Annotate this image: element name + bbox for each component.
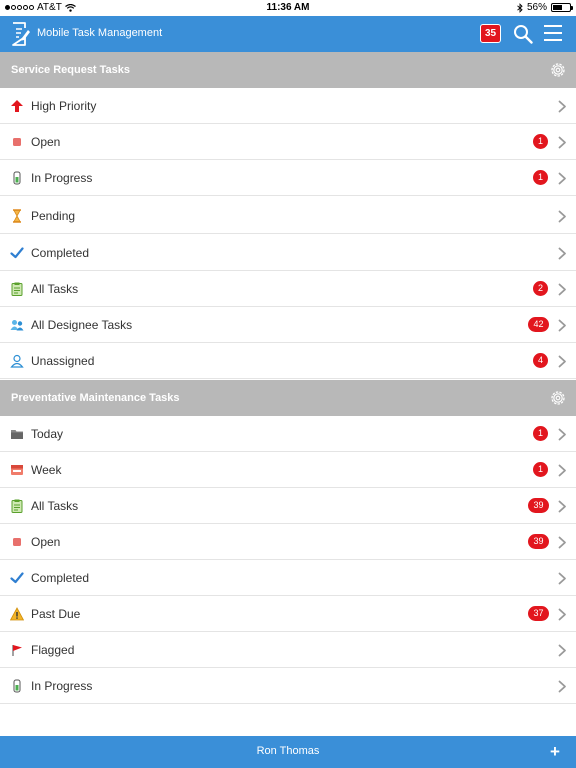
count-badge: 1 bbox=[533, 170, 548, 185]
chevron-right-icon bbox=[558, 680, 566, 693]
list-item-label: Open bbox=[31, 135, 61, 149]
checkmark-icon bbox=[10, 246, 24, 260]
count-badge: 1 bbox=[533, 462, 548, 477]
count-badge: 39 bbox=[528, 534, 549, 549]
list-item-week[interactable]: Week 1 bbox=[0, 452, 576, 488]
checkmark-icon bbox=[10, 571, 24, 585]
battery-progress-icon bbox=[10, 679, 24, 693]
list-item-label: Past Due bbox=[31, 607, 81, 621]
gear-icon[interactable] bbox=[549, 389, 567, 407]
list-item-in-progress[interactable]: In Progress 1 bbox=[0, 160, 576, 196]
section-title: Preventative Maintenance Tasks bbox=[11, 392, 180, 404]
battery-icon bbox=[551, 3, 573, 12]
app-header: Mobile Task Management 35 bbox=[0, 16, 576, 52]
chevron-right-icon bbox=[558, 500, 566, 513]
up-arrow-icon bbox=[10, 99, 24, 113]
chevron-right-icon bbox=[558, 210, 566, 223]
list-item-label: Today bbox=[31, 427, 64, 441]
count-badge: 1 bbox=[533, 426, 548, 441]
gear-icon[interactable] bbox=[549, 61, 567, 79]
chevron-right-icon bbox=[558, 536, 566, 549]
list-item-label: In Progress bbox=[31, 171, 93, 185]
battery-progress-icon bbox=[10, 171, 24, 185]
chevron-right-icon bbox=[558, 283, 566, 296]
week-calendar-icon bbox=[10, 463, 24, 477]
search-icon[interactable] bbox=[513, 24, 533, 44]
add-icon[interactable]: + bbox=[550, 743, 560, 760]
list-item-label: In Progress bbox=[31, 679, 93, 693]
hourglass-icon bbox=[10, 209, 24, 223]
warning-triangle-icon bbox=[9, 607, 25, 621]
list-item-label: Flagged bbox=[31, 643, 75, 657]
list-item-open[interactable]: Open 39 bbox=[0, 524, 576, 560]
chevron-right-icon bbox=[558, 319, 566, 332]
flag-icon bbox=[10, 643, 24, 657]
list-item-today[interactable]: Today 1 bbox=[0, 416, 576, 452]
chevron-right-icon bbox=[558, 428, 566, 441]
list-item-flagged[interactable]: Flagged bbox=[0, 632, 576, 668]
list-item-unassigned[interactable]: Unassigned 4 bbox=[0, 343, 576, 379]
list-item-completed[interactable]: Completed bbox=[0, 560, 576, 596]
status-time: 11:36 AM bbox=[266, 2, 310, 13]
list-item-label: Completed bbox=[31, 571, 90, 585]
list-item-past-due[interactable]: Past Due 37 bbox=[0, 596, 576, 632]
chevron-right-icon bbox=[558, 644, 566, 657]
status-bar: AT&T 11:36 AM 56% bbox=[0, 0, 576, 16]
user-outline-icon bbox=[10, 354, 24, 368]
clipboard-icon bbox=[10, 499, 24, 513]
list-item-label: Open bbox=[31, 535, 61, 549]
user-name[interactable]: Ron Thomas bbox=[0, 745, 576, 757]
chevron-right-icon bbox=[558, 136, 566, 149]
list-item-label: High Priority bbox=[31, 99, 97, 113]
list-item-label: All Designee Tasks bbox=[31, 318, 133, 332]
bluetooth-icon bbox=[517, 2, 523, 13]
count-badge: 42 bbox=[528, 317, 549, 332]
count-badge: 4 bbox=[533, 353, 548, 368]
status-right-group: 56% bbox=[517, 2, 573, 13]
folder-icon bbox=[10, 427, 24, 441]
list-item-label: All Tasks bbox=[31, 282, 79, 296]
list-item-all-designee-tasks[interactable]: All Designee Tasks 42 bbox=[0, 307, 576, 343]
list-item-label: Completed bbox=[31, 246, 90, 260]
chevron-right-icon bbox=[558, 100, 566, 113]
open-square-icon bbox=[10, 535, 24, 549]
preventative-maintenance-section-header: Preventative Maintenance Tasks bbox=[0, 380, 576, 416]
count-badge: 2 bbox=[533, 281, 548, 296]
chevron-right-icon bbox=[558, 247, 566, 260]
list-item-open[interactable]: Open 1 bbox=[0, 124, 576, 160]
list-item-label: Week bbox=[31, 463, 62, 477]
notification-badge[interactable]: 35 bbox=[480, 24, 501, 43]
count-badge: 37 bbox=[528, 606, 549, 621]
chevron-right-icon bbox=[558, 608, 566, 621]
group-users-icon bbox=[10, 318, 24, 332]
footer-bar: Ron Thomas + bbox=[0, 736, 576, 768]
list-item-in-progress[interactable]: In Progress bbox=[0, 668, 576, 704]
battery-percent: 56% bbox=[526, 2, 547, 13]
chevron-right-icon bbox=[558, 172, 566, 185]
clipboard-icon bbox=[10, 282, 24, 296]
list-item-label: Pending bbox=[31, 209, 76, 223]
list-item-all-tasks[interactable]: All Tasks 2 bbox=[0, 271, 576, 307]
list-item-label: Unassigned bbox=[31, 354, 95, 368]
open-square-icon bbox=[10, 135, 24, 149]
list-item-all-tasks[interactable]: All Tasks 39 bbox=[0, 488, 576, 524]
count-badge: 39 bbox=[528, 498, 549, 513]
list-item-completed[interactable]: Completed bbox=[0, 235, 576, 271]
list-item-pending[interactable]: Pending bbox=[0, 198, 576, 234]
chevron-right-icon bbox=[558, 572, 566, 585]
list-item-high-priority[interactable]: High Priority bbox=[0, 88, 576, 124]
list-item-label: All Tasks bbox=[31, 499, 79, 513]
chevron-right-icon bbox=[558, 464, 566, 477]
chevron-right-icon bbox=[558, 355, 566, 368]
app-title: Mobile Task Management bbox=[37, 27, 163, 39]
section-title: Service Request Tasks bbox=[11, 64, 131, 76]
app-logo-icon bbox=[12, 22, 30, 46]
hamburger-menu-icon[interactable] bbox=[544, 25, 562, 41]
count-badge: 1 bbox=[533, 134, 548, 149]
service-request-section-header: Service Request Tasks bbox=[0, 52, 576, 88]
